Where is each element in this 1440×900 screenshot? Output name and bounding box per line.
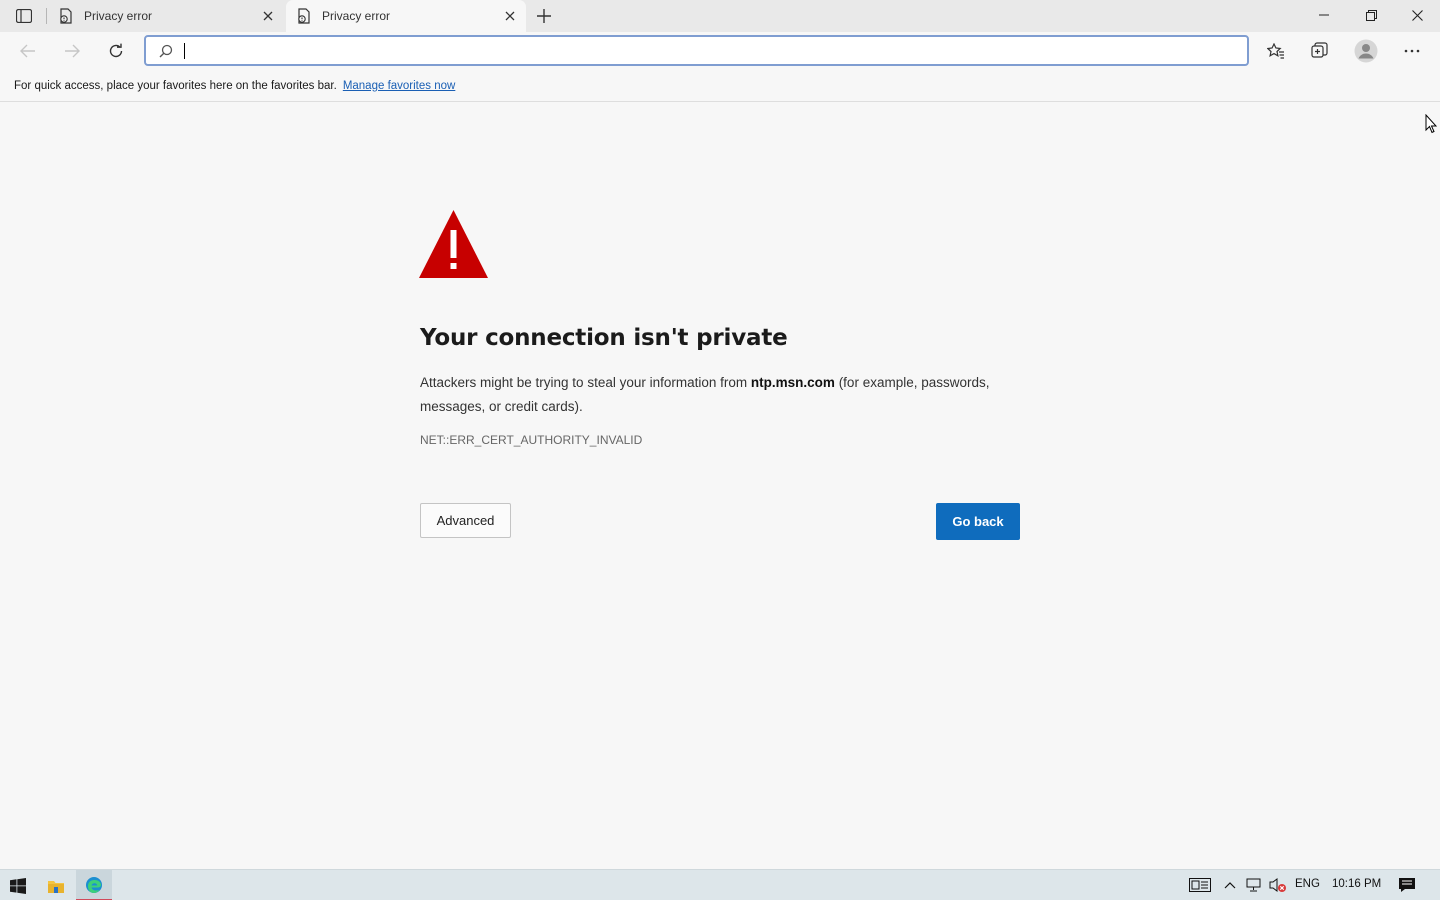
close-icon [1411,9,1423,21]
site-domain: ntp.msn.com [750,375,835,390]
warning-triangle-icon [419,210,488,278]
address-input[interactable] [185,38,1247,63]
manage-favorites-link[interactable]: Manage favorites now [343,80,456,92]
collections-icon [1311,42,1328,58]
close-window-button[interactable] [1394,0,1440,30]
favorites-button[interactable] [1260,36,1292,66]
back-button[interactable] [12,36,44,66]
page-title: Your connection isn't private [420,325,788,351]
error-page: Your connection isn't private Attackers … [0,103,1440,869]
forward-button[interactable] [56,36,88,66]
volume-muted-icon[interactable] [1268,875,1288,895]
tab-privacy-error-2[interactable]: Privacy error [286,0,526,32]
favorites-star-icon [1267,43,1284,59]
error-description: Attackers might be trying to steal your … [420,371,1025,419]
settings-and-more-button[interactable] [1396,36,1428,66]
restore-button[interactable] [1348,0,1394,30]
mouse-pointer-icon [1425,114,1437,134]
tab-title: Privacy error [322,9,391,23]
refresh-button[interactable] [100,36,132,66]
plus-icon [537,9,551,23]
more-options-icon [1404,49,1420,53]
tab-separator [46,8,47,24]
windows-logo-icon [10,877,26,894]
refresh-icon [109,43,123,58]
not-secure-page-icon [296,8,312,24]
show-hidden-icons-chevron-icon[interactable] [1220,875,1240,895]
favorites-bar: For quick access, place your favorites h… [0,70,1440,102]
edge-taskbar-button[interactable] [76,870,112,900]
search-icon [158,43,174,59]
not-secure-page-icon [58,8,74,24]
error-code: NET::ERR_CERT_AUTHORITY_INVALID [420,433,643,447]
edge-browser-icon [86,876,102,893]
action-center-icon[interactable] [1397,875,1417,895]
advanced-button[interactable]: Advanced [420,503,511,538]
address-bar[interactable] [144,35,1249,66]
description-prefix: Attackers might be trying to steal your … [420,375,748,390]
file-explorer-button[interactable] [38,870,74,900]
forward-arrow-icon [65,44,80,58]
tab-strip: Privacy error Privacy error [0,0,1440,32]
taskbar: ENG 10:16 PM [0,869,1440,900]
start-button[interactable] [0,870,36,900]
tab-actions-icon[interactable] [10,7,38,25]
minimize-button[interactable] [1301,0,1347,30]
avatar-icon [1354,39,1378,63]
close-tab-icon[interactable] [498,4,522,28]
system-clock[interactable]: 10:16 PM [1332,878,1381,890]
navigation-toolbar [0,32,1440,70]
network-icon[interactable] [1244,875,1264,895]
favorites-bar-message: For quick access, place your favorites h… [14,79,337,92]
profile-button[interactable] [1350,36,1382,66]
new-tab-button[interactable] [532,4,556,28]
tab-title: Privacy error [84,9,153,23]
close-tab-icon[interactable] [256,4,280,28]
folder-icon [48,880,64,893]
restore-icon [1365,9,1377,21]
input-language[interactable]: ENG [1295,878,1320,890]
go-back-button[interactable]: Go back [936,503,1020,540]
minimize-icon [1319,14,1329,16]
tab-privacy-error-1[interactable]: Privacy error [48,0,284,32]
news-widget-icon[interactable] [1188,875,1212,895]
collections-button[interactable] [1304,36,1336,66]
back-arrow-icon [20,44,35,58]
